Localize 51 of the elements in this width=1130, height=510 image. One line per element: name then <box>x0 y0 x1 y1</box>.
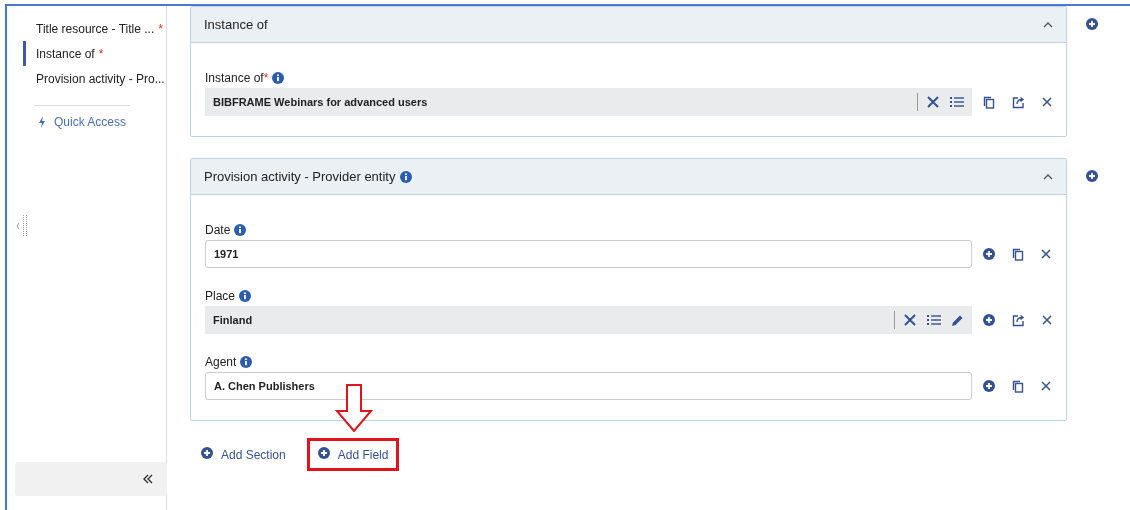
export-icon[interactable] <box>1012 313 1025 327</box>
info-icon[interactable] <box>240 356 253 368</box>
add-icon <box>201 447 213 462</box>
remove-icon[interactable] <box>1042 97 1052 107</box>
add-link[interactable]: Add Section <box>190 438 297 471</box>
pencil-icon[interactable] <box>951 313 964 327</box>
lookup-field[interactable]: Finland <box>205 306 972 334</box>
field-value: A. Chen Publishers <box>214 380 316 392</box>
clear-icon[interactable] <box>926 95 940 109</box>
double-chevron-icon <box>143 474 153 484</box>
copy-icon[interactable] <box>1012 247 1024 261</box>
field-label: Date <box>205 223 231 237</box>
remove-icon[interactable] <box>1042 315 1052 325</box>
add-link[interactable]: Add Field <box>306 438 400 471</box>
info-icon[interactable] <box>272 72 285 84</box>
field-label: Place <box>205 289 236 303</box>
copy-icon[interactable] <box>983 95 995 109</box>
field-value: Finland <box>213 314 254 326</box>
chevron-icon[interactable] <box>1043 173 1053 180</box>
quick-access-link[interactable]: Quick Access <box>38 114 166 130</box>
sidebar-item[interactable]: Provision activity - Pro... <box>23 66 166 91</box>
copy-icon[interactable] <box>1012 379 1024 393</box>
add-icon <box>317 447 330 462</box>
add-icon[interactable] <box>983 380 995 392</box>
sidebar-item[interactable]: Title resource - Title ... * <box>23 16 166 41</box>
chevron-icon[interactable] <box>1043 21 1053 28</box>
annotation-arrow <box>333 384 374 435</box>
info-icon[interactable] <box>239 290 252 302</box>
input-field[interactable]: 1971 <box>205 240 972 268</box>
remove-icon[interactable] <box>1041 381 1051 391</box>
field-value: 1971 <box>214 248 240 260</box>
section-title: Provision activity - Provider entity <box>204 169 396 184</box>
list-icon[interactable] <box>950 96 964 108</box>
add-icon[interactable] <box>983 314 995 326</box>
add-icon[interactable] <box>1086 18 1098 30</box>
field-value: BIBFRAME Webinars for advanced users <box>213 96 429 108</box>
lightning-icon <box>38 116 46 128</box>
add-icon[interactable] <box>983 248 995 260</box>
section-title: Instance of <box>204 17 268 32</box>
list-icon[interactable] <box>927 314 941 326</box>
export-icon[interactable] <box>1012 95 1025 109</box>
info-icon[interactable] <box>400 170 413 183</box>
field-label: Agent <box>205 355 237 369</box>
clear-icon[interactable] <box>903 313 917 327</box>
remove-icon[interactable] <box>1041 249 1051 259</box>
field-label: Instance of* <box>205 71 269 85</box>
lookup-field[interactable]: BIBFRAME Webinars for advanced users <box>205 88 972 116</box>
sidebar-item[interactable]: Instance of * <box>23 41 166 66</box>
input-field[interactable]: A. Chen Publishers <box>205 372 972 400</box>
info-icon[interactable] <box>234 224 247 236</box>
add-icon[interactable] <box>1086 170 1098 182</box>
